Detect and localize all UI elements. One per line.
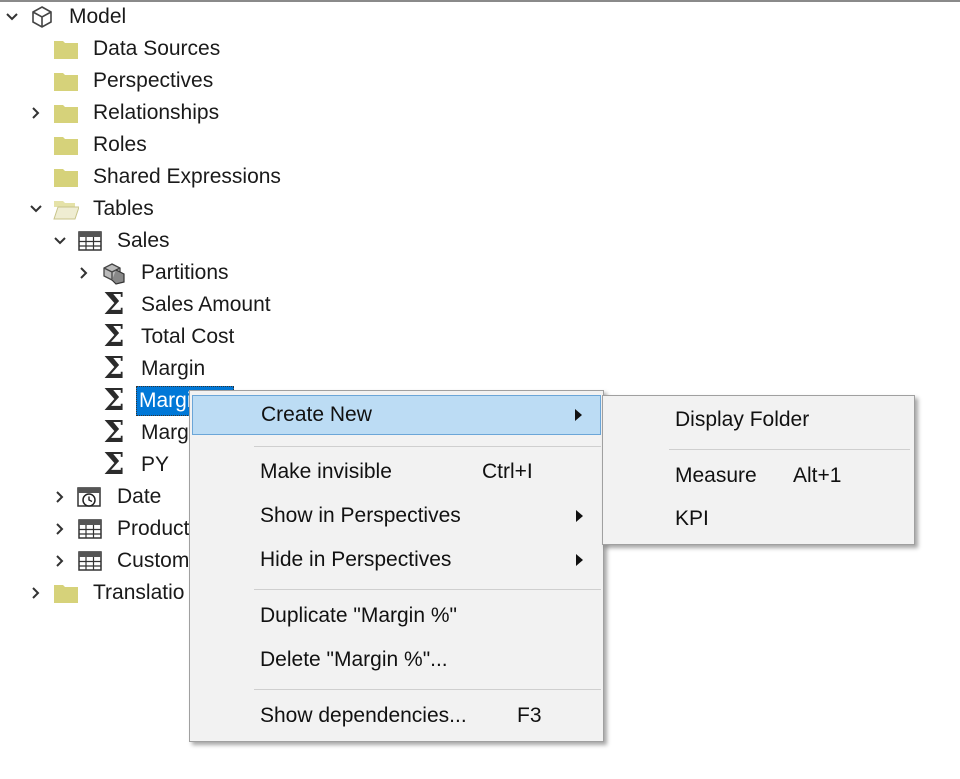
tree-node-relationships[interactable]: Relationships xyxy=(0,98,300,128)
sigma-measure-icon: Σ xyxy=(103,319,125,354)
chevron-right-icon[interactable] xyxy=(50,514,70,544)
chevron-right-icon[interactable] xyxy=(26,578,46,608)
menu-item-show-in-perspectives[interactable]: Show in Perspectives xyxy=(192,496,601,536)
menu-label-make-invisible: Make invisible xyxy=(260,460,392,483)
tree-label-shared-expressions: Shared Expressions xyxy=(93,165,281,188)
folder-icon xyxy=(52,66,80,96)
menu-label-duplicate: Duplicate "Margin %" xyxy=(260,604,457,627)
menu-separator xyxy=(669,449,910,450)
submenu-arrow-icon xyxy=(576,510,583,522)
tree-label-data-sources: Data Sources xyxy=(93,37,221,60)
tree-node-perspectives[interactable]: Perspectives xyxy=(0,66,300,96)
menu-label-create-new: Create New xyxy=(261,403,372,426)
create-new-submenu: Display Folder Measure Alt+1 KPI xyxy=(602,395,915,545)
sigma-measure-icon: Σ xyxy=(103,383,125,418)
chevron-right-icon[interactable] xyxy=(50,546,70,576)
tree-node-py[interactable]: Σ PY xyxy=(0,450,200,480)
menu-label-show-dependencies: Show dependencies... xyxy=(260,704,467,727)
table-icon xyxy=(76,514,104,544)
menu-label-hide-in-perspectives: Hide in Perspectives xyxy=(260,548,452,571)
tree-node-date[interactable]: Date xyxy=(0,482,200,512)
tree-label-product: Product xyxy=(117,517,190,540)
tree-node-shared-expressions[interactable]: Shared Expressions xyxy=(0,162,320,192)
partitions-cube-icon xyxy=(100,258,128,288)
chevron-right-icon[interactable] xyxy=(74,258,94,288)
tree-label-date: Date xyxy=(117,485,162,508)
tree-node-product[interactable]: Product xyxy=(0,514,200,544)
chevron-right-icon[interactable] xyxy=(50,482,70,512)
menu-label-measure: Measure xyxy=(675,464,757,487)
tree-label-total-cost: Total Cost xyxy=(141,325,235,348)
sigma-measure-icon: Σ xyxy=(103,447,125,482)
menu-separator xyxy=(254,589,601,590)
tree-label-sales-amount: Sales Amount xyxy=(141,293,271,316)
menu-shortcut-make-invisible: Ctrl+I xyxy=(482,460,533,483)
chevron-down-icon[interactable] xyxy=(2,2,22,32)
menu-label-delete: Delete "Margin %"... xyxy=(260,648,448,671)
tree-label-relationships: Relationships xyxy=(93,101,220,124)
tree-node-roles[interactable]: Roles xyxy=(0,130,300,160)
submenu-arrow-icon xyxy=(575,409,582,421)
tree-label-roles: Roles xyxy=(93,133,147,156)
open-folder-icon xyxy=(52,194,80,224)
menu-label-show-in-perspectives: Show in Perspectives xyxy=(260,504,461,527)
chevron-right-icon[interactable] xyxy=(26,98,46,128)
tree-label-margin: Margin xyxy=(141,357,206,380)
menu-item-hide-in-perspectives[interactable]: Hide in Perspectives xyxy=(192,540,601,580)
tree-node-sales-amount[interactable]: Σ Sales Amount xyxy=(0,290,300,320)
tree-label-perspectives: Perspectives xyxy=(93,69,214,92)
chevron-down-icon[interactable] xyxy=(50,226,70,256)
menu-item-kpi[interactable]: KPI xyxy=(605,499,912,539)
tree-label-partitions: Partitions xyxy=(141,261,229,284)
sigma-measure-icon: Σ xyxy=(103,415,125,450)
menu-item-measure[interactable]: Measure Alt+1 xyxy=(605,456,912,496)
menu-shortcut-measure: Alt+1 xyxy=(793,464,842,487)
date-table-icon xyxy=(76,482,104,512)
tree-node-translations[interactable]: Translatio xyxy=(0,578,200,608)
tree-label-translations: Translatio xyxy=(93,581,185,604)
tree-node-partitions[interactable]: Partitions xyxy=(0,258,300,288)
tree-node-data-sources[interactable]: Data Sources xyxy=(0,34,300,64)
cube-icon xyxy=(28,2,56,32)
tree-label-py: PY xyxy=(141,453,170,476)
menu-separator xyxy=(254,689,601,690)
tree-node-total-cost[interactable]: Σ Total Cost xyxy=(0,322,300,352)
table-icon xyxy=(76,226,104,256)
folder-icon xyxy=(52,578,80,608)
tree-node-customer[interactable]: Custom xyxy=(0,546,200,576)
tree-node-margin[interactable]: Σ Margin xyxy=(0,354,300,384)
menu-label-display-folder: Display Folder xyxy=(675,408,810,431)
menu-item-create-new[interactable]: Create New xyxy=(192,395,601,435)
folder-icon xyxy=(52,130,80,160)
menu-shortcut-show-dependencies: F3 xyxy=(517,704,542,727)
tree-label-model: Model xyxy=(69,5,127,28)
table-icon xyxy=(76,546,104,576)
tree-label-tables: Tables xyxy=(93,197,154,220)
menu-separator xyxy=(254,446,601,447)
menu-item-delete[interactable]: Delete "Margin %"... xyxy=(192,640,601,680)
submenu-arrow-icon xyxy=(576,554,583,566)
menu-item-show-dependencies[interactable]: Show dependencies... F3 xyxy=(192,696,601,736)
tree-node-sales[interactable]: Sales xyxy=(0,226,300,256)
sigma-measure-icon: Σ xyxy=(103,287,125,322)
folder-icon xyxy=(52,98,80,128)
context-menu: Create New Make invisible Ctrl+I Show in… xyxy=(189,390,604,742)
tree-label-sales: Sales xyxy=(117,229,170,252)
tree-node-model[interactable]: Model xyxy=(0,2,300,32)
menu-label-kpi: KPI xyxy=(675,507,709,530)
tree-node-tables[interactable]: Tables xyxy=(0,194,300,224)
menu-item-display-folder[interactable]: Display Folder xyxy=(605,400,912,440)
folder-icon xyxy=(52,162,80,192)
chevron-down-icon[interactable] xyxy=(26,194,46,224)
sigma-measure-icon: Σ xyxy=(103,351,125,386)
folder-icon xyxy=(52,34,80,64)
tree-label-customer: Custom xyxy=(117,549,190,572)
tree-node-margin-other[interactable]: Σ Margi xyxy=(0,418,200,448)
menu-item-make-invisible[interactable]: Make invisible Ctrl+I xyxy=(192,452,601,492)
tree-label-margin-other: Margi xyxy=(141,421,194,444)
menu-item-duplicate[interactable]: Duplicate "Margin %" xyxy=(192,596,601,636)
